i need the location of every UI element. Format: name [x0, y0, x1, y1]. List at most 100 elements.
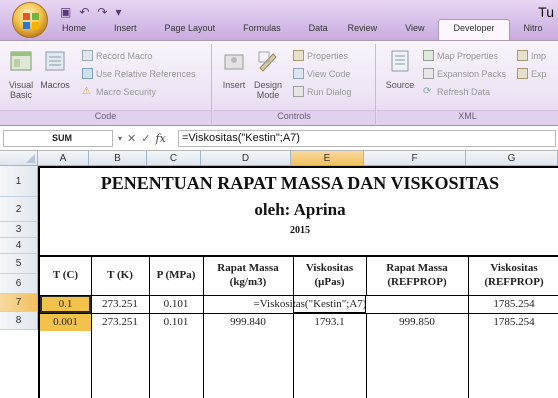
save-icon[interactable]: ▣: [60, 5, 71, 19]
refresh-icon: ⟳: [423, 86, 432, 97]
sheet-content[interactable]: PENENTUAN RAPAT MASSA DAN VISKOSITAS ole…: [38, 166, 558, 398]
undo-icon[interactable]: ↶: [79, 5, 89, 19]
table-border: [91, 255, 92, 398]
office-logo-icon: [23, 13, 39, 29]
insert-function-icon[interactable]: fx: [155, 132, 165, 145]
cell-b7[interactable]: 273.251: [91, 295, 149, 313]
customize-qat-icon[interactable]: ▾: [115, 5, 121, 19]
header-p-mpa: P (MPa): [156, 269, 196, 281]
refresh-data-button[interactable]: ⟳ Refresh Data: [423, 85, 490, 98]
quick-access-toolbar: ▣ ↶ ↷ ▾: [60, 4, 122, 20]
map-properties-icon: [423, 50, 434, 61]
cell-c8[interactable]: 0.101: [149, 313, 203, 331]
use-relative-references-button[interactable]: Use Relative References: [82, 67, 196, 80]
header-viskositas: Viskositas (μPas): [305, 262, 354, 288]
cell-e8[interactable]: 1793.1: [293, 313, 366, 331]
table-border: [203, 255, 204, 398]
xml-source-icon: [391, 50, 409, 72]
formula-input[interactable]: =Viskositas("Kestin";A7): [178, 130, 556, 147]
source-button[interactable]: Source: [383, 48, 417, 90]
table-border: [468, 255, 469, 398]
window-title: Tu: [538, 4, 554, 20]
tab-developer[interactable]: Developer: [438, 19, 510, 40]
sheet-subtitle: oleh: Aprina: [254, 200, 346, 219]
column-header-g[interactable]: G: [466, 151, 558, 166]
export-button[interactable]: Exp: [517, 67, 547, 80]
tab-review[interactable]: Review: [342, 20, 392, 40]
design-mode-icon: [258, 51, 277, 72]
column-header-b[interactable]: B: [89, 151, 147, 166]
office-button[interactable]: [12, 2, 48, 38]
sheet-title: PENENTUAN RAPAT MASSA DAN VISKOSITAS: [100, 173, 500, 193]
row-header-8[interactable]: 8: [0, 312, 38, 330]
cancel-icon[interactable]: ✕: [127, 132, 136, 145]
table-border: [366, 255, 367, 295]
cell-a7[interactable]: 0.1: [40, 295, 91, 313]
tab-view[interactable]: View: [391, 20, 438, 40]
map-properties-button[interactable]: Map Properties: [423, 49, 498, 62]
enter-icon[interactable]: ✓: [141, 132, 150, 145]
row-header-5[interactable]: 5: [0, 254, 38, 274]
code-group-label: Code: [0, 110, 211, 124]
design-mode-button[interactable]: Design Mode: [251, 48, 285, 100]
select-all-button[interactable]: [0, 151, 38, 166]
import-icon: [517, 50, 528, 61]
code-group: Visual Basic Macros Record Macro Use Rel…: [0, 44, 212, 124]
macro-security-button[interactable]: ⚠ Macro Security: [82, 85, 156, 98]
run-dialog-button[interactable]: Run Dialog: [293, 85, 352, 98]
column-header-c[interactable]: C: [147, 151, 201, 166]
cell-b8[interactable]: 273.251: [91, 313, 149, 331]
row-header-6[interactable]: 6: [0, 274, 38, 294]
tab-formulas[interactable]: Formulas: [229, 20, 295, 40]
cell-g8[interactable]: 1785.254: [468, 313, 558, 331]
visual-basic-icon: [10, 51, 32, 71]
header-viskositas-refprop: Viskositas (REFPROP): [484, 262, 544, 288]
visual-basic-button[interactable]: Visual Basic: [4, 48, 38, 100]
redo-icon[interactable]: ↷: [97, 5, 107, 19]
tab-insert[interactable]: Insert: [100, 20, 151, 40]
tab-nitro[interactable]: Nitro: [510, 20, 543, 40]
tab-data[interactable]: Data: [295, 20, 342, 40]
import-button[interactable]: Imp: [517, 49, 546, 62]
table-border: [293, 313, 294, 398]
cell-g7[interactable]: 1785.254: [468, 295, 558, 313]
column-header-f[interactable]: F: [364, 151, 466, 166]
macros-icon: [45, 51, 65, 71]
tab-page-layout[interactable]: Page Layout: [151, 20, 230, 40]
properties-button[interactable]: Properties: [293, 49, 348, 62]
properties-icon: [293, 50, 304, 61]
cell-d8[interactable]: 999.840: [203, 313, 293, 331]
macros-button[interactable]: Macros: [38, 48, 72, 90]
column-header-d[interactable]: D: [201, 151, 291, 166]
row-header-7[interactable]: 7: [0, 294, 38, 312]
view-code-icon: [293, 68, 304, 79]
spreadsheet-grid: A B C D E F G 1 2 3 4 5 6 7 8 PENENTUAN …: [0, 151, 558, 398]
name-box-dropdown-icon[interactable]: ▾: [118, 134, 122, 143]
row-header-4[interactable]: 4: [0, 238, 38, 254]
cell-a8[interactable]: 0.001: [40, 313, 91, 331]
expansion-packs-button[interactable]: Expansion Packs: [423, 67, 506, 80]
record-macro-icon: [82, 50, 93, 61]
cell-c7[interactable]: 0.101: [149, 295, 203, 313]
view-code-button[interactable]: View Code: [293, 67, 350, 80]
formula-bar: SUM ▾ ✕ ✓ fx =Viskositas("Kestin";A7): [0, 127, 558, 151]
relative-references-icon: [82, 68, 93, 79]
cell-f8[interactable]: 999.850: [366, 313, 468, 331]
insert-control-button[interactable]: Insert: [217, 48, 251, 90]
column-header-e[interactable]: E: [291, 151, 364, 166]
row-header-1[interactable]: 1: [0, 166, 38, 197]
xml-group-label: XML: [377, 110, 558, 124]
table-border: [366, 313, 367, 398]
formula-buttons: ▾ ✕ ✓ fx: [118, 130, 174, 147]
column-header-a[interactable]: A: [38, 151, 89, 166]
controls-group: Insert Design Mode Properties View Code …: [213, 44, 376, 124]
xml-group: Source Map Properties Imp Expansion Pack…: [377, 44, 558, 124]
row-header-3[interactable]: 3: [0, 222, 38, 238]
row-header-2[interactable]: 2: [0, 197, 38, 222]
controls-group-label: Controls: [213, 110, 375, 124]
table-border: [40, 313, 558, 314]
record-macro-button[interactable]: Record Macro: [82, 49, 153, 62]
name-box[interactable]: SUM: [3, 130, 113, 147]
tab-home[interactable]: Home: [48, 20, 100, 40]
warning-icon: ⚠: [82, 86, 91, 97]
